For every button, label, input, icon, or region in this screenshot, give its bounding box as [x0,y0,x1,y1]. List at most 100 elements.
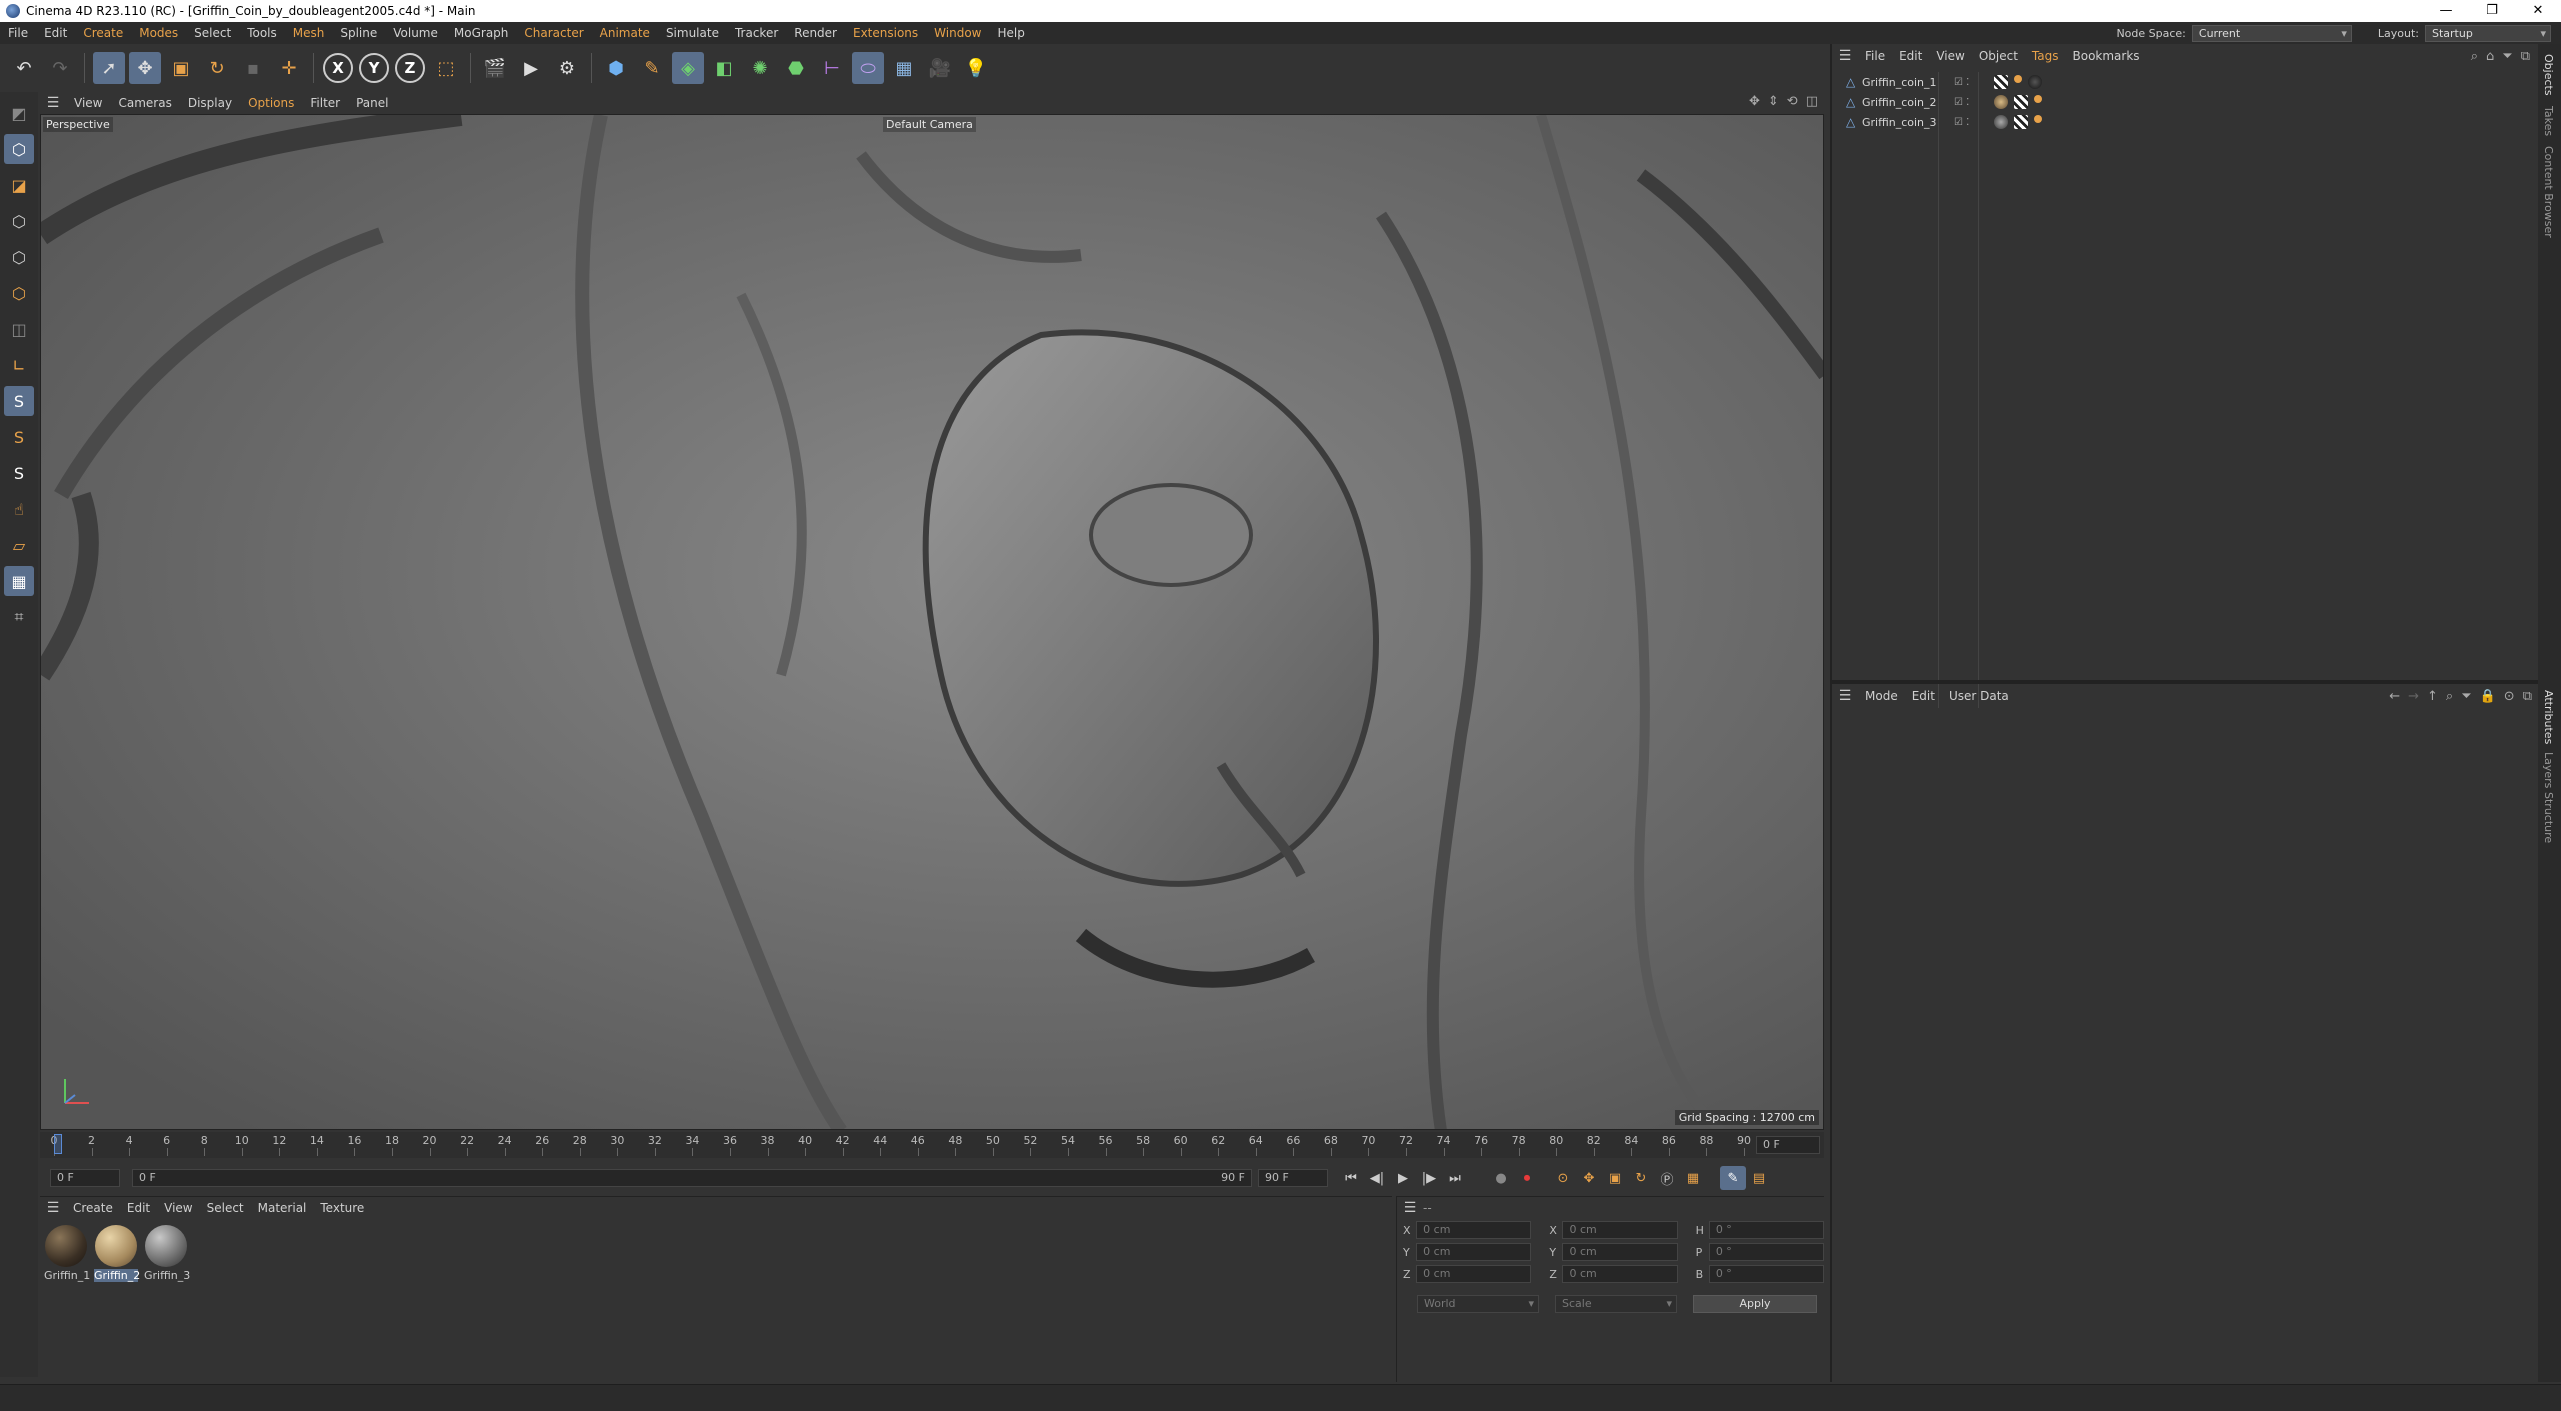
render-view-icon[interactable]: ▶ [515,52,547,84]
tab-layers[interactable]: Layers [2542,752,2555,788]
menu-character[interactable]: Character [516,26,591,40]
search-icon[interactable]: ⌕ [2471,49,2478,64]
scale-z-field[interactable]: 0 cm [1562,1265,1678,1283]
uv-mode-icon[interactable]: ◫ [4,314,34,344]
menu-extensions[interactable]: Extensions [845,26,926,40]
rotation-h-field[interactable]: 0 ° [1708,1221,1824,1239]
viewport-menu-view[interactable]: View [66,96,110,110]
menu-spline[interactable]: Spline [332,26,385,40]
material-menu-create[interactable]: Create [66,1201,120,1215]
undo-icon[interactable]: ↶ [8,52,40,84]
phong-tag-icon[interactable] [2014,75,2022,83]
menu-select[interactable]: Select [186,26,239,40]
menu-tracker[interactable]: Tracker [727,26,786,40]
render-settings-icon[interactable]: ⚙ [551,52,583,84]
menu-help[interactable]: Help [990,26,1033,40]
position-x-field[interactable]: 0 cm [1416,1221,1532,1239]
forward-arrow-icon[interactable]: → [2408,689,2419,704]
tab-content-browser[interactable]: Content Browser [2542,146,2555,238]
material-tag-icon[interactable] [1994,115,2008,129]
rotation-b-field[interactable]: 0 ° [1708,1265,1824,1283]
menu-modes[interactable]: Modes [131,26,186,40]
y-axis-lock-icon[interactable]: Y [359,53,389,83]
z-axis-lock-icon[interactable]: Z [395,53,425,83]
phong-tag-icon[interactable] [2034,115,2042,123]
keyframe-selection-icon[interactable]: ⊙ [1550,1166,1576,1190]
back-arrow-icon[interactable]: ← [2389,689,2400,704]
new-window-icon[interactable]: ⧉ [2521,49,2530,64]
make-editable-icon[interactable]: ◩ [4,98,34,128]
next-key-icon[interactable]: |▶ [1416,1166,1442,1190]
scale-tool-icon[interactable]: ▣ [165,52,197,84]
workplane-snap-icon[interactable]: S [4,458,34,488]
texture-tag-icon[interactable] [2014,115,2028,129]
end-frame-field[interactable]: 90 F [1258,1169,1328,1187]
tag-icon[interactable]: ⬭ [852,52,884,84]
key-param-icon[interactable]: Ⓟ [1654,1166,1680,1190]
object-menu-icon[interactable]: ☰ [1832,48,1858,64]
play-icon[interactable]: ▶ [1390,1166,1416,1190]
viewport-menu-icon[interactable]: ☰ [40,95,66,111]
x-axis-lock-icon[interactable]: X [323,53,353,83]
key-rotation-icon[interactable]: ↻ [1628,1166,1654,1190]
menu-mograph[interactable]: MoGraph [446,26,517,40]
tab-structure[interactable]: Structure [2542,792,2555,843]
orbit-view-icon[interactable]: ⟲ [1787,94,1798,109]
object-menu-edit[interactable]: Edit [1892,49,1929,63]
axis-mode-icon[interactable]: ∟ [4,350,34,380]
timeline-scheme-icon[interactable]: ✎ [1720,1166,1746,1190]
material-menu-texture[interactable]: Texture [313,1201,371,1215]
grid-icon[interactable]: ▦ [4,566,34,596]
menu-window[interactable]: Window [926,26,989,40]
viewport-menu-cameras[interactable]: Cameras [110,96,179,110]
settings-icon[interactable]: ⊙ [2504,689,2515,704]
attribute-menu-edit[interactable]: Edit [1905,689,1942,703]
camera-icon[interactable]: 🎥 [924,52,956,84]
visibility-flags-icon[interactable]: ☑ ⁚ [1954,117,1994,128]
timeline-playhead[interactable] [54,1134,62,1154]
attribute-menu-icon[interactable]: ☰ [1832,688,1858,704]
key-pla-icon[interactable]: ▦ [1680,1166,1706,1190]
material-tag-icon[interactable] [2028,75,2042,89]
restore-button[interactable]: ❐ [2469,0,2515,22]
menu-file[interactable]: File [0,26,36,40]
tab-attributes[interactable]: Attributes [2542,690,2555,744]
points-mode-icon[interactable]: ⬡ [4,206,34,236]
autokey-icon[interactable]: ● [1488,1166,1514,1190]
position-y-field[interactable]: 0 cm [1416,1243,1532,1261]
close-button[interactable]: ✕ [2515,0,2561,22]
node-space-dropdown[interactable]: Current (Standard/Physical) [2191,24,2352,55]
texture-tag-icon[interactable] [1994,75,2008,89]
deformer-icon[interactable]: ⊢ [816,52,848,84]
rotate-tool-icon[interactable]: ↻ [201,52,233,84]
apply-button[interactable]: Apply [1693,1295,1817,1313]
scale-x-field[interactable]: 0 cm [1562,1221,1678,1239]
material-item[interactable]: Griffin_2 [94,1225,140,1282]
object-name[interactable]: Griffin_coin_2 [1862,96,1954,109]
phong-tag-icon[interactable] [2034,95,2042,103]
rotation-p-field[interactable]: 0 ° [1708,1243,1824,1261]
home-icon[interactable]: ⌂ [2486,49,2494,64]
scale-y-field[interactable]: 0 cm [1562,1243,1678,1261]
material-item[interactable]: Griffin_1 [44,1225,90,1282]
subdivision-icon[interactable]: ◈ [672,52,704,84]
viewport-menu-options[interactable]: Options [240,96,302,110]
lock-workplane-icon[interactable]: ⌗ [4,602,34,632]
viewport-menu-display[interactable]: Display [180,96,240,110]
menu-animate[interactable]: Animate [592,26,658,40]
floor-icon[interactable]: ▦ [888,52,920,84]
move-tool-icon[interactable]: ✥ [129,52,161,84]
tab-objects[interactable]: Objects [2542,54,2555,96]
edges-mode-icon[interactable]: ⬡ [4,242,34,272]
snap-settings-icon[interactable]: S [4,422,34,452]
select-arrow-icon[interactable]: ➚ [93,52,125,84]
recent-tool-icon[interactable]: ▪ [237,52,269,84]
attribute-menu-mode[interactable]: Mode [1858,689,1905,703]
field-icon[interactable]: ⬣ [780,52,812,84]
object-name[interactable]: Griffin_coin_3 [1862,116,1954,129]
workplane-icon[interactable]: ▱ [4,530,34,560]
transform-tool-icon[interactable]: ✛ [273,52,305,84]
goto-end-icon[interactable]: ⏭ [1442,1166,1468,1190]
lock-icon[interactable]: 🔒 [2480,689,2496,704]
coordinate-mode-dropdown[interactable]: Scale [1555,1295,1677,1313]
